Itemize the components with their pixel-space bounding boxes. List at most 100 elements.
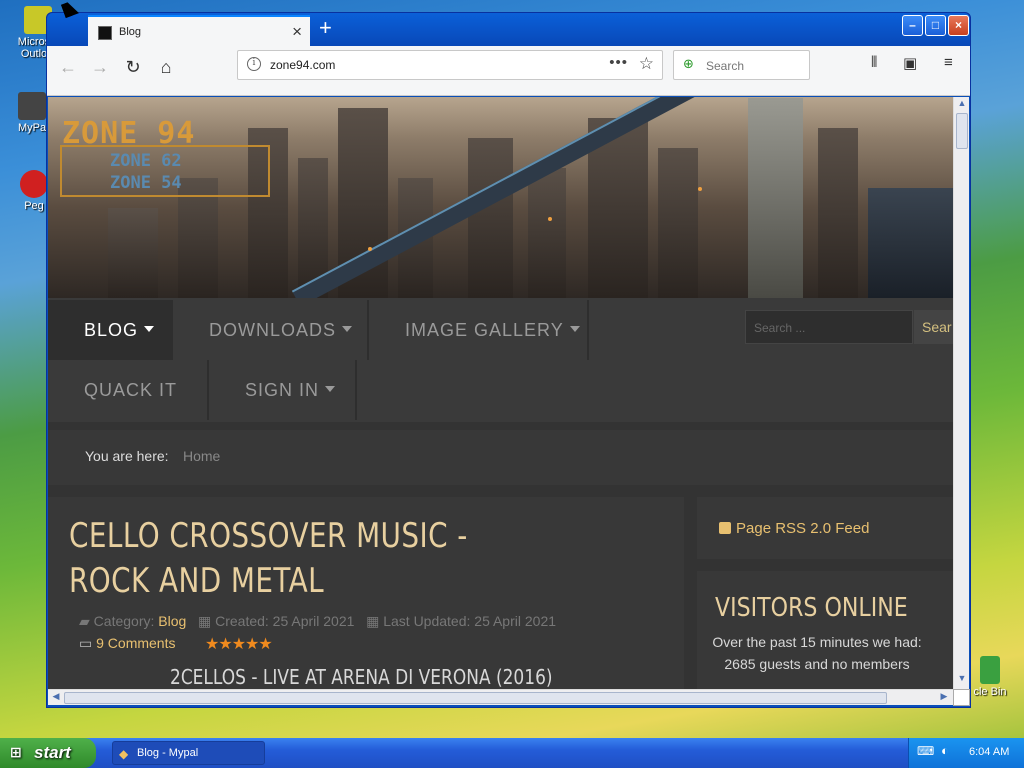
tab-close-icon[interactable]: × [292,22,302,42]
calendar-icon: ▦ [197,613,212,629]
calendar-icon: ▦ [366,613,380,629]
close-button[interactable]: × [948,15,969,36]
site-search-input[interactable]: Search ... [745,310,913,344]
scrollbar-corner [953,689,970,706]
address-url: zone94.com [270,58,336,72]
volume-icon[interactable]: ◐ [941,743,949,758]
reload-icon[interactable]: ↻ [120,54,146,80]
rating-stars[interactable]: ★★★★★ [205,634,273,654]
taskbar: ⊞ start ◆ Blog - Mypal ⌨ ◐ 6:04 AM [0,738,1024,768]
search-input[interactable]: ⊕ Search [673,50,810,80]
menu-item-quack-it[interactable]: QUACK IT [48,360,209,420]
tab-title: Blog [119,26,142,38]
scroll-up-icon[interactable]: ▲ [956,98,968,112]
maximize-button[interactable]: □ [925,15,946,36]
peg-icon [20,170,48,198]
navigation-toolbar: ← → ↻ ⌂ i zone94.com ••• ☆ ⊕ Search ⫴ ▣ … [47,46,970,96]
article-subtitle: 2CELLOS - LIVE AT ARENA DI VERONA (2016) [170,665,553,689]
article-title[interactable]: CELLO CROSSOVER MUSIC - ROCK AND METAL [69,514,528,604]
site-banner: ZONE 94 ZONE 62 ZONE 54 [48,97,953,298]
rss-link[interactable]: Page RSS 2.0 Feed [736,520,869,537]
page-actions-icon[interactable]: ••• [609,54,628,71]
horizontal-scroll-thumb[interactable] [64,692,887,704]
keyboard-icon[interactable]: ⌨ [917,744,934,758]
caret-down-icon [569,326,580,332]
menu-item-label: DOWNLOADS [209,320,337,340]
breadcrumb: You are here: Home [48,430,953,485]
new-tab-icon[interactable]: + [319,15,332,41]
vertical-scrollbar[interactable]: ▲ ▼ [953,97,969,689]
forward-icon[interactable]: → [87,54,113,80]
caret-down-icon [325,386,336,392]
breadcrumb-home-link[interactable]: Home [183,448,220,464]
rss-feed[interactable]: Page RSS 2.0 Feed [697,497,953,559]
tab-blog[interactable]: Blog × [88,15,310,46]
page-viewport: ZONE 94 ZONE 62 ZONE 54 BLOG DOWNLOADS I… [48,97,953,689]
minimize-button[interactable]: – [902,15,923,36]
visitors-text: Over the past 15 minutes we had: 2685 gu… [712,634,922,672]
menu-item-label: IMAGE GALLERY [405,320,564,340]
category-label: Category: [93,613,155,629]
caret-down-icon [144,326,155,332]
site-logo[interactable]: ZONE 94 [62,116,195,151]
recycle-bin-icon [980,656,1000,684]
mypal-icon: ◆ [119,747,129,761]
visitors-online-module: VISITORS ONLINE Over the past 15 minutes… [697,571,953,689]
home-icon[interactable]: ⌂ [153,54,179,80]
created-date: Created: 25 April 2021 [215,613,355,629]
article-meta: ▰ Category: Blog ▦ Created: 25 April 202… [79,613,556,630]
menu-item-sign-in[interactable]: SIGN IN [209,360,357,420]
menu-item-image-gallery[interactable]: IMAGE GALLERY [369,300,589,360]
site-info-icon[interactable]: i [247,57,261,71]
logo-subtitle: ZONE 54 [110,173,182,193]
menu-item-label: BLOG [84,320,139,340]
menu-icon[interactable]: ≡ [944,54,953,71]
menu-item-downloads[interactable]: DOWNLOADS [173,300,369,360]
windows-logo-icon: ⊞ [10,744,22,760]
comment-icon: ▭ [79,635,93,651]
horizontal-scrollbar[interactable]: ◀ ▶ [48,689,953,705]
star-icon[interactable]: ★ [218,636,232,653]
favicon-icon [98,26,112,40]
vertical-scroll-thumb[interactable] [956,113,968,149]
tab-bar: Blog × + – □ × [47,13,970,46]
folder-icon: ▰ [79,613,90,629]
system-tray: ⌨ ◐ 6:04 AM [908,738,1024,768]
search-placeholder: Search [706,59,745,73]
mypal-icon [18,92,46,120]
caret-down-icon [342,326,353,332]
scroll-down-icon[interactable]: ▼ [956,673,968,687]
bookmark-star-icon[interactable]: ☆ [639,54,654,74]
address-bar[interactable]: i zone94.com ••• ☆ [237,50,663,80]
menu-item-label: SIGN IN [245,380,320,400]
clock[interactable]: 6:04 AM [969,746,1009,758]
breadcrumb-label: You are here: [85,448,169,464]
main-menu: BLOG DOWNLOADS IMAGE GALLERY QUACK IT SI… [48,298,953,422]
comments-link[interactable]: 9 Comments [96,635,175,651]
rss-icon [719,522,731,534]
browser-window: Blog × + – □ × ← → ↻ ⌂ i zone94.com ••• … [46,12,971,708]
library-icon[interactable]: ⫴ [871,54,877,71]
menu-item-label: QUACK IT [84,380,178,400]
logo-subtitle: ZONE 62 [110,151,182,171]
comments[interactable]: ▭ 9 Comments [79,635,175,652]
back-icon[interactable]: ← [55,54,81,80]
search-icon: ⊕ [683,56,694,71]
site-search-button[interactable]: Sear [914,310,953,344]
taskbar-item-label: Blog - Mypal [137,747,199,759]
star-icon[interactable]: ★ [258,636,272,653]
category-link[interactable]: Blog [158,613,186,629]
star-icon[interactable]: ★ [205,636,219,653]
menu-item-blog[interactable]: BLOG [48,300,173,360]
start-button[interactable]: ⊞ start [0,738,96,768]
visitors-title: VISITORS ONLINE [715,593,908,623]
start-label: start [34,743,71,762]
taskbar-item-mypal[interactable]: ◆ Blog - Mypal [112,741,265,765]
article: CELLO CROSSOVER MUSIC - ROCK AND METAL ▰… [48,497,684,689]
star-icon[interactable]: ★ [232,636,246,653]
scroll-right-icon[interactable]: ▶ [937,691,951,705]
site-search-placeholder: Search ... [754,321,806,335]
scroll-left-icon[interactable]: ◀ [49,691,63,705]
star-icon[interactable]: ★ [245,636,259,653]
sidebar-icon[interactable]: ▣ [903,54,917,72]
